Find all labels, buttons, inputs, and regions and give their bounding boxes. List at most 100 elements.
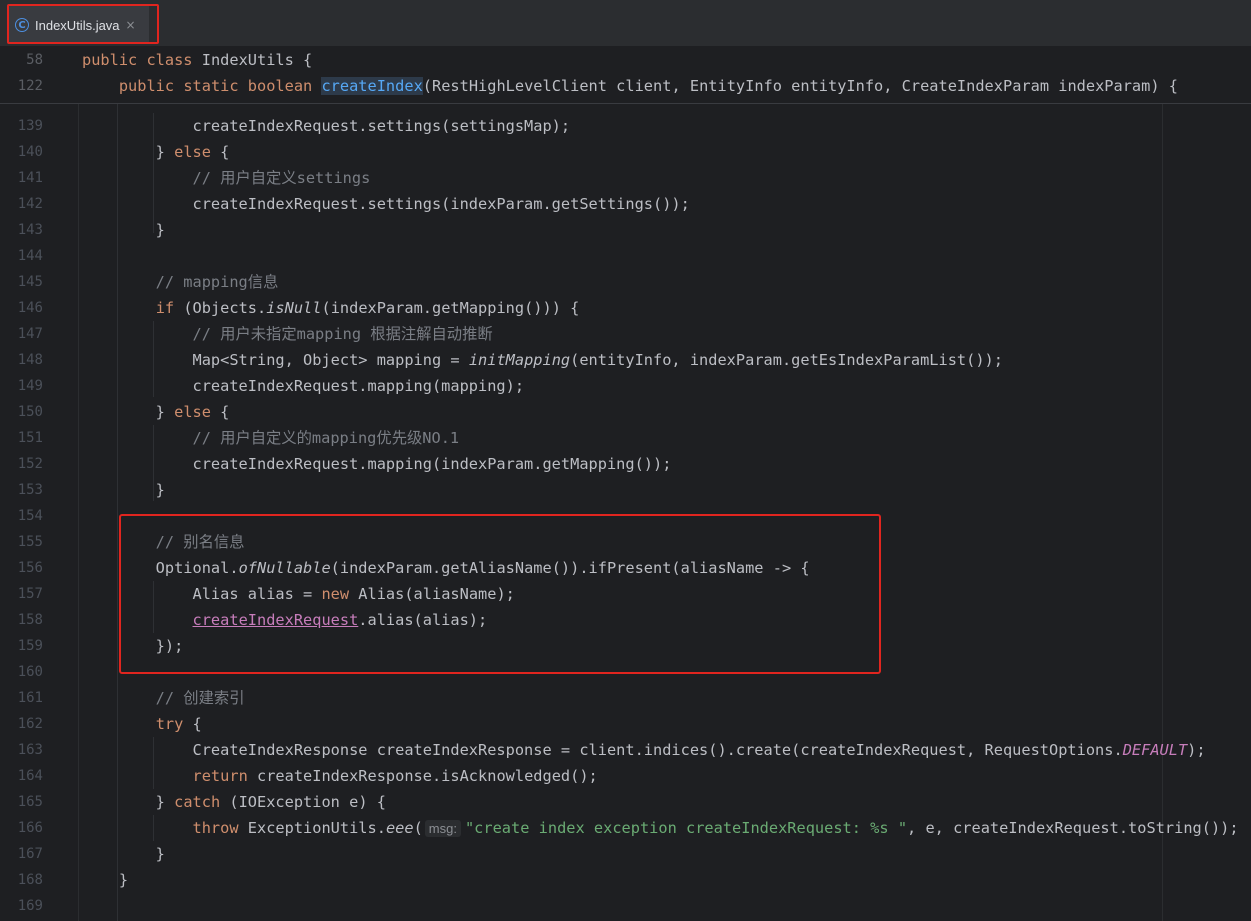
code-line[interactable]: 167 } bbox=[0, 841, 1251, 867]
line-number[interactable]: 158 bbox=[0, 607, 43, 633]
code-token: // 用户自定义settings bbox=[82, 169, 371, 187]
code-token: } bbox=[82, 845, 165, 863]
line-number[interactable]: 149 bbox=[0, 373, 43, 399]
line-number[interactable]: 165 bbox=[0, 789, 43, 815]
line-number[interactable]: 161 bbox=[0, 685, 43, 711]
code-line[interactable]: 144 bbox=[0, 243, 1251, 269]
code-line[interactable]: 168 } bbox=[0, 867, 1251, 893]
line-number[interactable]: 155 bbox=[0, 529, 43, 555]
line-number[interactable]: 160 bbox=[0, 659, 43, 685]
code-token: (indexParam.getMapping())) { bbox=[321, 299, 580, 317]
code-line[interactable]: 149 createIndexRequest.mapping(mapping); bbox=[0, 373, 1251, 399]
code-token: createIndexResponse.isAcknowledged(); bbox=[247, 767, 598, 785]
indent-guide bbox=[153, 113, 154, 233]
sticky-scroll-header[interactable]: 58 public class IndexUtils {122 public st… bbox=[0, 47, 1251, 104]
code-token: ExceptionUtils. bbox=[238, 819, 386, 837]
code-text: createIndexRequest.mapping(mapping); bbox=[82, 373, 525, 399]
indent-guide bbox=[153, 425, 154, 501]
code-token: // 用户未指定mapping 根据注解自动推断 bbox=[82, 325, 493, 343]
code-text: // 用户未指定mapping 根据注解自动推断 bbox=[82, 321, 493, 347]
line-number[interactable]: 139 bbox=[0, 113, 43, 139]
code-line[interactable]: 169 bbox=[0, 893, 1251, 919]
code-token: (IOException e) { bbox=[220, 793, 386, 811]
line-number[interactable]: 122 bbox=[0, 73, 43, 99]
code-editor[interactable]: 58 public class IndexUtils {122 public st… bbox=[0, 47, 1251, 921]
code-token: createIndexRequest.settings(settingsMap)… bbox=[82, 117, 571, 135]
line-number[interactable]: 168 bbox=[0, 867, 43, 893]
code-token: class bbox=[146, 51, 202, 69]
code-token: isNull bbox=[266, 299, 322, 317]
code-text: } else { bbox=[82, 139, 230, 165]
code-line[interactable]: 165 } catch (IOException e) { bbox=[0, 789, 1251, 815]
line-number[interactable]: 164 bbox=[0, 763, 43, 789]
code-line[interactable]: 141 // 用户自定义settings bbox=[0, 165, 1251, 191]
line-number[interactable]: 154 bbox=[0, 503, 43, 529]
line-number[interactable]: 147 bbox=[0, 321, 43, 347]
code-line[interactable]: 166 throw ExceptionUtils.eee(msg: "create… bbox=[0, 815, 1251, 841]
code-line[interactable]: 139 createIndexRequest.settings(settings… bbox=[0, 113, 1251, 139]
code-annotation-box bbox=[119, 514, 881, 674]
code-token: { bbox=[210, 403, 230, 421]
line-number[interactable]: 148 bbox=[0, 347, 43, 373]
code-token: createIndexRequest.mapping(indexParam.ge… bbox=[82, 455, 672, 473]
line-number[interactable]: 142 bbox=[0, 191, 43, 217]
code-text: } else { bbox=[82, 399, 230, 425]
code-line[interactable]: 164 return createIndexResponse.isAcknowl… bbox=[0, 763, 1251, 789]
line-number[interactable]: 151 bbox=[0, 425, 43, 451]
code-token: else bbox=[174, 403, 211, 421]
code-line[interactable]: 162 try { bbox=[0, 711, 1251, 737]
code-token: (entityInfo, indexParam.getEsIndexParamL… bbox=[570, 351, 1003, 369]
line-number[interactable]: 58 bbox=[0, 47, 43, 73]
line-number[interactable]: 162 bbox=[0, 711, 43, 737]
code-text: CreateIndexResponse createIndexResponse … bbox=[82, 737, 1206, 763]
code-line[interactable]: 143 } bbox=[0, 217, 1251, 243]
line-number[interactable]: 152 bbox=[0, 451, 43, 477]
line-number[interactable]: 153 bbox=[0, 477, 43, 503]
code-line[interactable]: 161 // 创建索引 bbox=[0, 685, 1251, 711]
code-text: } bbox=[82, 867, 128, 893]
code-token: static bbox=[183, 77, 248, 95]
line-number[interactable]: 163 bbox=[0, 737, 43, 763]
line-number[interactable]: 166 bbox=[0, 815, 43, 841]
code-line[interactable]: 148 Map<String, Object> mapping = initMa… bbox=[0, 347, 1251, 373]
line-number[interactable]: 146 bbox=[0, 295, 43, 321]
line-number[interactable]: 150 bbox=[0, 399, 43, 425]
line-number[interactable]: 145 bbox=[0, 269, 43, 295]
line-number[interactable]: 141 bbox=[0, 165, 43, 191]
code-line[interactable]: 151 // 用户自定义的mapping优先级NO.1 bbox=[0, 425, 1251, 451]
code-token: // 用户自定义的mapping优先级NO.1 bbox=[82, 429, 460, 447]
code-token: public bbox=[82, 51, 147, 69]
indent-guide bbox=[117, 103, 118, 921]
line-number[interactable]: 140 bbox=[0, 139, 43, 165]
code-token: else bbox=[174, 143, 211, 161]
code-line[interactable]: 152 createIndexRequest.mapping(indexPara… bbox=[0, 451, 1251, 477]
code-text: public class IndexUtils { bbox=[82, 47, 312, 73]
indent-guide bbox=[153, 815, 154, 841]
code-token: ( bbox=[413, 819, 423, 837]
code-token: } bbox=[82, 871, 129, 889]
code-line[interactable]: 140 } else { bbox=[0, 139, 1251, 165]
code-line[interactable]: 163 CreateIndexResponse createIndexRespo… bbox=[0, 737, 1251, 763]
line-number[interactable]: 159 bbox=[0, 633, 43, 659]
code-token: } bbox=[82, 403, 175, 421]
code-token: if bbox=[155, 299, 175, 317]
code-line[interactable]: 142 createIndexRequest.settings(indexPar… bbox=[0, 191, 1251, 217]
code-token: { bbox=[210, 143, 230, 161]
code-line[interactable]: 145 // mapping信息 bbox=[0, 269, 1251, 295]
code-line[interactable]: 150 } else { bbox=[0, 399, 1251, 425]
line-number[interactable]: 143 bbox=[0, 217, 43, 243]
code-line[interactable]: 146 if (Objects.isNull(indexParam.getMap… bbox=[0, 295, 1251, 321]
code-text: try { bbox=[82, 711, 202, 737]
line-number[interactable]: 167 bbox=[0, 841, 43, 867]
code-line[interactable]: 58 public class IndexUtils { bbox=[0, 47, 1251, 73]
code-token: throw bbox=[192, 819, 239, 837]
line-number[interactable]: 156 bbox=[0, 555, 43, 581]
line-number[interactable]: 144 bbox=[0, 243, 43, 269]
code-line[interactable]: 153 } bbox=[0, 477, 1251, 503]
code-line[interactable]: 122 public static boolean createIndex(Re… bbox=[0, 73, 1251, 99]
code-line[interactable]: 147 // 用户未指定mapping 根据注解自动推断 bbox=[0, 321, 1251, 347]
line-number[interactable]: 169 bbox=[0, 893, 43, 919]
line-number[interactable]: 157 bbox=[0, 581, 43, 607]
